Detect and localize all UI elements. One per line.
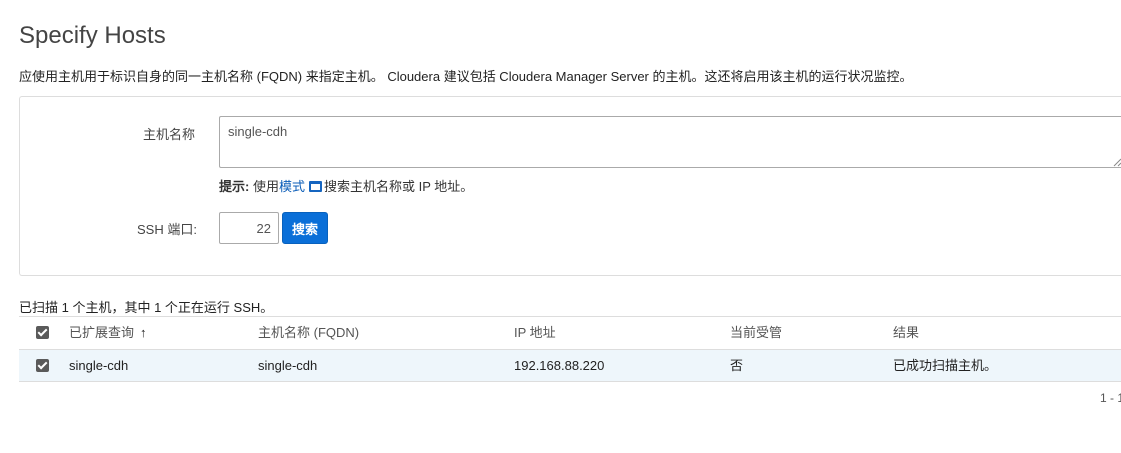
checkbox-checked-icon xyxy=(36,359,49,372)
column-header-label: 已扩展查询 xyxy=(69,325,135,340)
select-all-checkbox[interactable] xyxy=(36,317,49,350)
resize-grip-icon[interactable] xyxy=(1112,157,1121,167)
search-button[interactable]: 搜索 xyxy=(282,212,328,244)
page-title: Specify Hosts xyxy=(19,22,166,49)
cell-ip: 192.168.88.220 xyxy=(514,358,605,373)
page-description: 应使用主机用于标识自身的同一主机名称 (FQDN) 来指定主机。 Clouder… xyxy=(19,69,913,84)
column-header-fqdn[interactable]: 主机名称 (FQDN) xyxy=(258,317,359,350)
cell-fqdn: single-cdh xyxy=(258,358,318,373)
cell-result: 已成功扫描主机。 xyxy=(893,358,998,373)
scan-summary: 已扫描 1 个主机，其中 1 个正在运行 SSH。 xyxy=(19,300,274,315)
hint-suffix: 搜索主机名称或 IP 地址。 xyxy=(323,179,474,194)
search-hint: 提示: 使用模式 搜索主机名称或 IP 地址。 xyxy=(219,176,473,195)
column-header-managed[interactable]: 当前受管 xyxy=(730,317,782,350)
ssh-port-label: SSH 端口: xyxy=(137,222,197,237)
pattern-help-icon[interactable] xyxy=(308,181,322,192)
ssh-port-input[interactable] xyxy=(219,212,279,244)
results-table: 已扩展查询 ↑ 主机名称 (FQDN) IP 地址 当前受管 结果 single-… xyxy=(19,316,1121,382)
column-header-ip[interactable]: IP 地址 xyxy=(514,317,556,350)
checkbox-checked-icon xyxy=(36,326,49,339)
sort-ascending-icon: ↑ xyxy=(140,325,147,340)
cell-expanded-query: single-cdh xyxy=(69,358,129,373)
table-header-row: 已扩展查询 ↑ 主机名称 (FQDN) IP 地址 当前受管 结果 xyxy=(19,316,1121,349)
column-header-expanded-query[interactable]: 已扩展查询 ↑ xyxy=(69,317,147,350)
cell-managed: 否 xyxy=(730,358,744,373)
hint-use-text: 使用 xyxy=(249,179,279,194)
table-row[interactable]: single-cdh single-cdh 192.168.88.220 否 已… xyxy=(19,349,1121,382)
row-checkbox[interactable] xyxy=(36,350,49,383)
hostname-textarea[interactable]: single-cdh xyxy=(219,116,1121,168)
hostname-label: 主机名称 xyxy=(143,127,196,142)
hint-prefix: 提示: xyxy=(219,179,250,194)
pagination-info: 1 - 1 xyxy=(1100,391,1121,405)
column-header-result[interactable]: 结果 xyxy=(893,317,919,350)
pattern-link[interactable]: 模式 xyxy=(279,179,305,194)
